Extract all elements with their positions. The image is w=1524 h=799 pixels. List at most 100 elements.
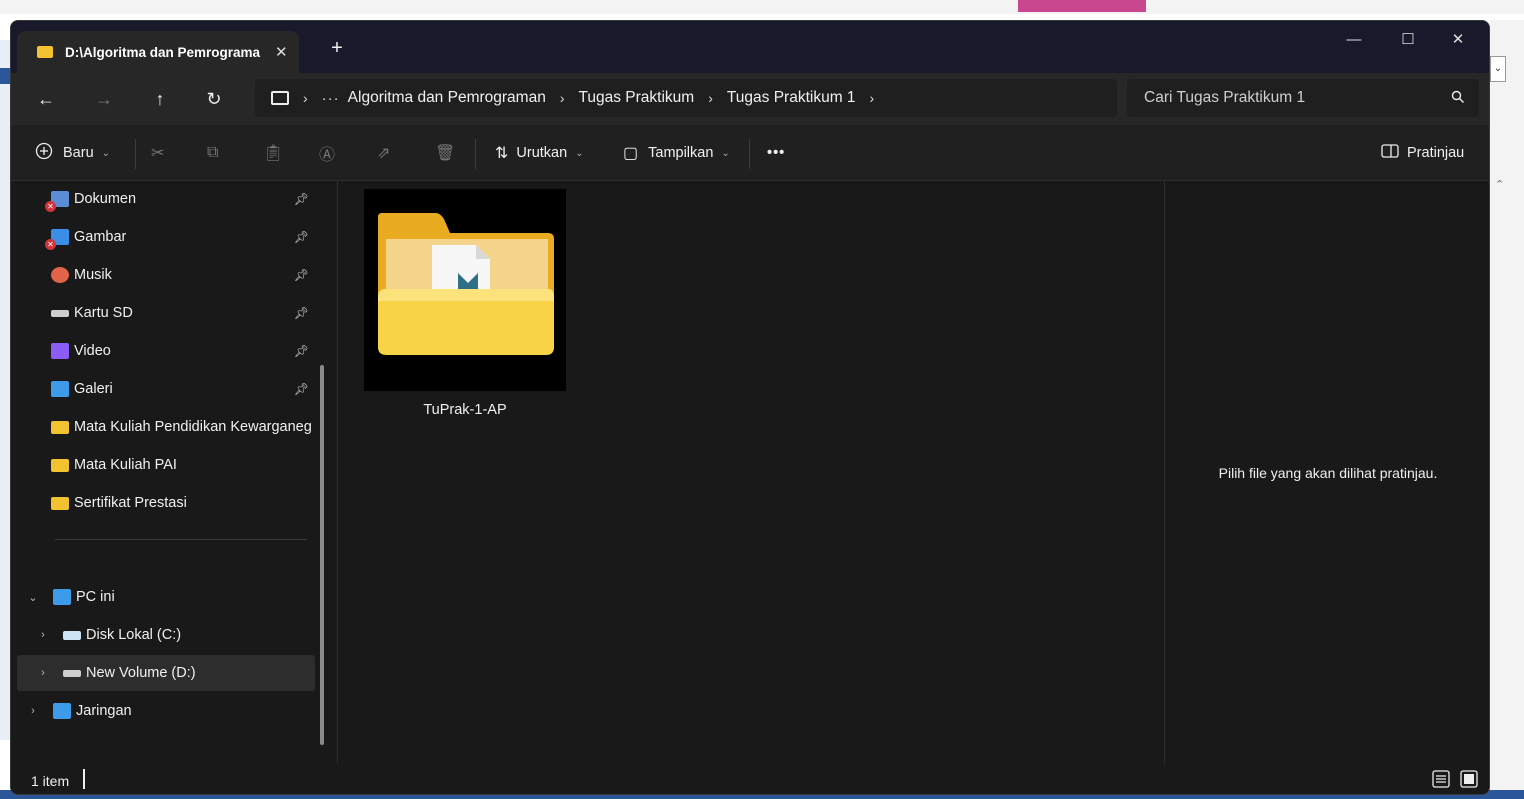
breadcrumb-algoritma[interactable]: Algoritma dan Pemrograman bbox=[348, 89, 546, 107]
tab-close-icon[interactable]: ✕ bbox=[275, 43, 288, 61]
file-explorer-window: D:\Algoritma dan Pemrograma ✕ + — ☐ ✕ ← … bbox=[10, 20, 1490, 795]
sidebar-item-network[interactable]: › Jaringan bbox=[17, 693, 315, 729]
pin-icon[interactable]: 📌︎ bbox=[294, 230, 309, 244]
large-icons-view-icon[interactable] bbox=[1459, 769, 1479, 789]
preview-pane-icon bbox=[1381, 143, 1399, 163]
address-bar[interactable]: › ··· Algoritma dan Pemrograman › Tugas … bbox=[255, 79, 1117, 117]
sidebar-item-label: Video bbox=[74, 343, 111, 359]
pin-icon[interactable]: 📌︎ bbox=[294, 192, 309, 206]
pc-icon bbox=[53, 589, 71, 605]
background-app-accent bbox=[0, 68, 10, 84]
maximize-button[interactable]: ☐ bbox=[1385, 25, 1431, 57]
sidebar-item-pai-folder[interactable]: Mata Kuliah PAI bbox=[17, 447, 315, 483]
sidebar-item-label: Gambar bbox=[74, 229, 127, 245]
share-button[interactable]: ⇗ bbox=[377, 141, 390, 165]
refresh-icon[interactable]: ↻ bbox=[197, 83, 231, 115]
background-scroll-up-icon: ⌃ bbox=[1495, 179, 1505, 191]
file-name: TuPrak-1-AP bbox=[423, 402, 507, 418]
details-view-icon[interactable] bbox=[1431, 769, 1451, 789]
rename-icon: Ⓐ bbox=[319, 147, 336, 164]
pin-icon[interactable]: 📌︎ bbox=[294, 268, 309, 282]
view-layout-icon: ▢ bbox=[623, 145, 639, 162]
sidebar-item-gallery[interactable]: Galeri 📌︎ bbox=[17, 371, 315, 407]
sidebar-item-label: New Volume (D:) bbox=[86, 665, 196, 681]
background-app-strip bbox=[0, 0, 1524, 14]
sd-card-icon bbox=[51, 309, 69, 317]
sidebar-item-label: Dokumen bbox=[74, 191, 137, 207]
toolbar-divider bbox=[749, 139, 750, 169]
more-options-button[interactable]: ••• bbox=[767, 141, 785, 165]
music-icon bbox=[51, 267, 69, 283]
copy-icon: ⧉ bbox=[207, 144, 219, 161]
folder-thumbnail-icon bbox=[364, 189, 566, 391]
minimize-button[interactable]: — bbox=[1331, 25, 1377, 57]
this-pc-icon[interactable] bbox=[271, 91, 289, 105]
title-bar: D:\Algoritma dan Pemrograma ✕ + — ☐ ✕ bbox=[11, 21, 1489, 73]
cut-button[interactable]: ✂ bbox=[151, 141, 164, 165]
breadcrumb-tugas-praktikum[interactable]: Tugas Praktikum bbox=[579, 89, 695, 107]
chevron-down-icon: ⌄ bbox=[721, 147, 730, 159]
pin-icon[interactable]: 📌︎ bbox=[294, 382, 309, 396]
background-app-accent bbox=[1018, 0, 1146, 12]
sidebar-item-label: PC ini bbox=[76, 589, 115, 605]
chevron-down-icon: ⌄ bbox=[575, 147, 584, 159]
video-icon bbox=[51, 343, 69, 359]
file-tile[interactable]: TuPrak-1-AP bbox=[364, 189, 566, 429]
status-bar: 1 item bbox=[11, 763, 1489, 794]
scissors-icon: ✂ bbox=[151, 145, 165, 162]
search-input[interactable]: Cari Tugas Praktikum 1 bbox=[1127, 79, 1479, 117]
sort-button[interactable]: ⇅ Urutkan ⌄ bbox=[495, 141, 584, 165]
sidebar-item-music[interactable]: Musik 📌︎ bbox=[17, 257, 315, 293]
folder-icon bbox=[51, 458, 69, 472]
breadcrumb-tugas-praktikum-1[interactable]: Tugas Praktikum 1 bbox=[727, 89, 856, 107]
chevron-right-icon[interactable]: › bbox=[303, 90, 308, 106]
new-button[interactable]: Baru ⌄ bbox=[35, 141, 110, 165]
sidebar-item-documents[interactable]: ✕ Dokumen 📌︎ bbox=[17, 181, 315, 217]
sidebar-item-local-disk[interactable]: › Disk Lokal (C:) bbox=[17, 617, 315, 653]
tab-current-folder[interactable]: D:\Algoritma dan Pemrograma ✕ bbox=[17, 31, 299, 73]
pin-icon[interactable]: 📌︎ bbox=[294, 344, 309, 358]
chevron-right-icon[interactable]: › bbox=[31, 667, 55, 679]
chevron-right-icon[interactable]: › bbox=[21, 705, 45, 717]
sidebar-item-certificate-folder[interactable]: Sertifikat Prestasi bbox=[17, 485, 315, 521]
hidden-path-button[interactable]: ··· bbox=[322, 90, 340, 107]
share-icon: ⇗ bbox=[377, 145, 391, 162]
chevron-right-icon[interactable]: › bbox=[708, 90, 713, 106]
delete-button[interactable]: 🗑︎ bbox=[435, 141, 455, 165]
chevron-down-icon: ⌄ bbox=[101, 147, 111, 159]
sidebar-item-this-pc[interactable]: ⌄ PC ini bbox=[17, 579, 315, 615]
view-button[interactable]: ▢ Tampilkan ⌄ bbox=[623, 141, 730, 165]
status-divider bbox=[83, 769, 85, 789]
chevron-right-icon[interactable]: › bbox=[870, 90, 875, 106]
chevron-right-icon[interactable]: › bbox=[31, 629, 55, 641]
pin-icon[interactable]: 📌︎ bbox=[294, 306, 309, 320]
sort-label: Urutkan bbox=[516, 145, 568, 161]
add-circle-icon bbox=[35, 142, 53, 165]
search-icon[interactable] bbox=[1451, 90, 1465, 107]
sidebar-item-new-volume[interactable]: › New Volume (D:) bbox=[17, 655, 315, 691]
error-badge-icon: ✕ bbox=[45, 239, 56, 250]
copy-button[interactable]: ⧉ bbox=[207, 141, 218, 165]
sidebar-item-label: Kartu SD bbox=[74, 305, 133, 321]
close-window-button[interactable]: ✕ bbox=[1435, 25, 1481, 57]
chevron-right-icon[interactable]: › bbox=[560, 90, 565, 106]
forward-arrow-icon[interactable]: → bbox=[87, 83, 121, 115]
file-list-area[interactable]: TuPrak-1-AP bbox=[338, 181, 1164, 763]
network-icon bbox=[53, 703, 71, 719]
background-app-edge bbox=[1490, 20, 1524, 799]
background-dropdown-icon: ⌄ bbox=[1490, 56, 1506, 82]
paste-button[interactable]: 📋︎ bbox=[263, 141, 283, 165]
sidebar-scrollbar[interactable] bbox=[320, 365, 324, 745]
error-badge-icon: ✕ bbox=[45, 201, 56, 212]
back-arrow-icon[interactable]: ← bbox=[29, 83, 63, 115]
new-tab-button[interactable]: + bbox=[327, 37, 347, 60]
preview-empty-message: Pilih file yang akan dilihat pratinjau. bbox=[1218, 465, 1438, 481]
chevron-down-icon[interactable]: ⌄ bbox=[21, 591, 45, 604]
sidebar-item-video[interactable]: Video 📌︎ bbox=[17, 333, 315, 369]
sidebar-item-pictures[interactable]: ✕ Gambar 📌︎ bbox=[17, 219, 315, 255]
rename-button[interactable]: Ⓐ bbox=[319, 141, 335, 165]
sidebar-item-pkn-folder[interactable]: Mata Kuliah Pendidikan Kewarganegaraan bbox=[17, 409, 315, 445]
preview-pane-button[interactable]: Pratinjau bbox=[1381, 141, 1464, 165]
sidebar-item-sd-card[interactable]: Kartu SD 📌︎ bbox=[17, 295, 315, 331]
up-arrow-icon[interactable]: ↑ bbox=[143, 83, 177, 115]
